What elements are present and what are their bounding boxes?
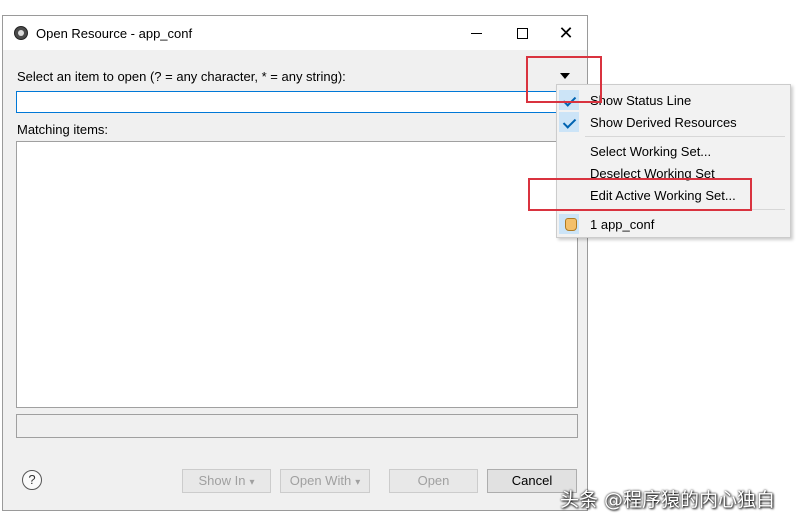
open-button[interactable]: Open <box>389 469 478 493</box>
menu-item-label: 1 app_conf <box>590 217 655 232</box>
menu-item-label: Show Status Line <box>590 93 692 108</box>
menu-item-show-derived-resources[interactable]: Show Derived Resources <box>557 111 790 133</box>
open-with-button[interactable]: Open With ▾ <box>280 469 370 493</box>
chevron-down-icon: ▾ <box>249 477 255 488</box>
chevron-down-icon: ▾ <box>355 477 361 488</box>
search-prompt-label: Select an item to open (? = any characte… <box>17 69 346 84</box>
minimize-button[interactable] <box>453 16 499 50</box>
annotation-highlight-edit-working-set <box>528 178 752 211</box>
menu-item-history-app-conf[interactable]: 1 app_conf <box>557 213 790 235</box>
search-input[interactable] <box>16 91 568 113</box>
menu-item-select-working-set[interactable]: Select Working Set... <box>557 140 790 162</box>
menu-separator <box>585 136 785 137</box>
annotation-highlight-menu-trigger <box>526 56 602 103</box>
maximize-button[interactable] <box>499 16 545 50</box>
show-in-label: Show In <box>198 473 246 488</box>
help-icon[interactable]: ? <box>22 470 42 490</box>
hand-pointer-icon <box>559 214 579 234</box>
close-button[interactable]: ✕ <box>543 16 589 50</box>
show-in-button[interactable]: Show In ▾ <box>182 469 271 493</box>
window-title: Open Resource - app_conf <box>36 26 193 41</box>
watermark: 头条 @程序猿的内心独白 <box>560 489 776 511</box>
open-resource-dialog: Open Resource - app_conf ✕ Select an ite… <box>2 15 588 511</box>
matching-items-list[interactable] <box>16 141 578 408</box>
status-line <box>16 414 578 438</box>
title-bar: Open Resource - app_conf ✕ <box>3 16 587 50</box>
open-with-label: Open With <box>289 473 352 488</box>
matching-items-label: Matching items: <box>17 122 109 137</box>
menu-item-label: Select Working Set... <box>590 144 712 159</box>
checkmark-icon <box>559 112 579 132</box>
eclipse-icon <box>14 26 28 40</box>
menu-item-label: Show Derived Resources <box>590 115 737 130</box>
view-menu-dropdown: Show Status Line Show Derived Resources … <box>556 84 791 238</box>
